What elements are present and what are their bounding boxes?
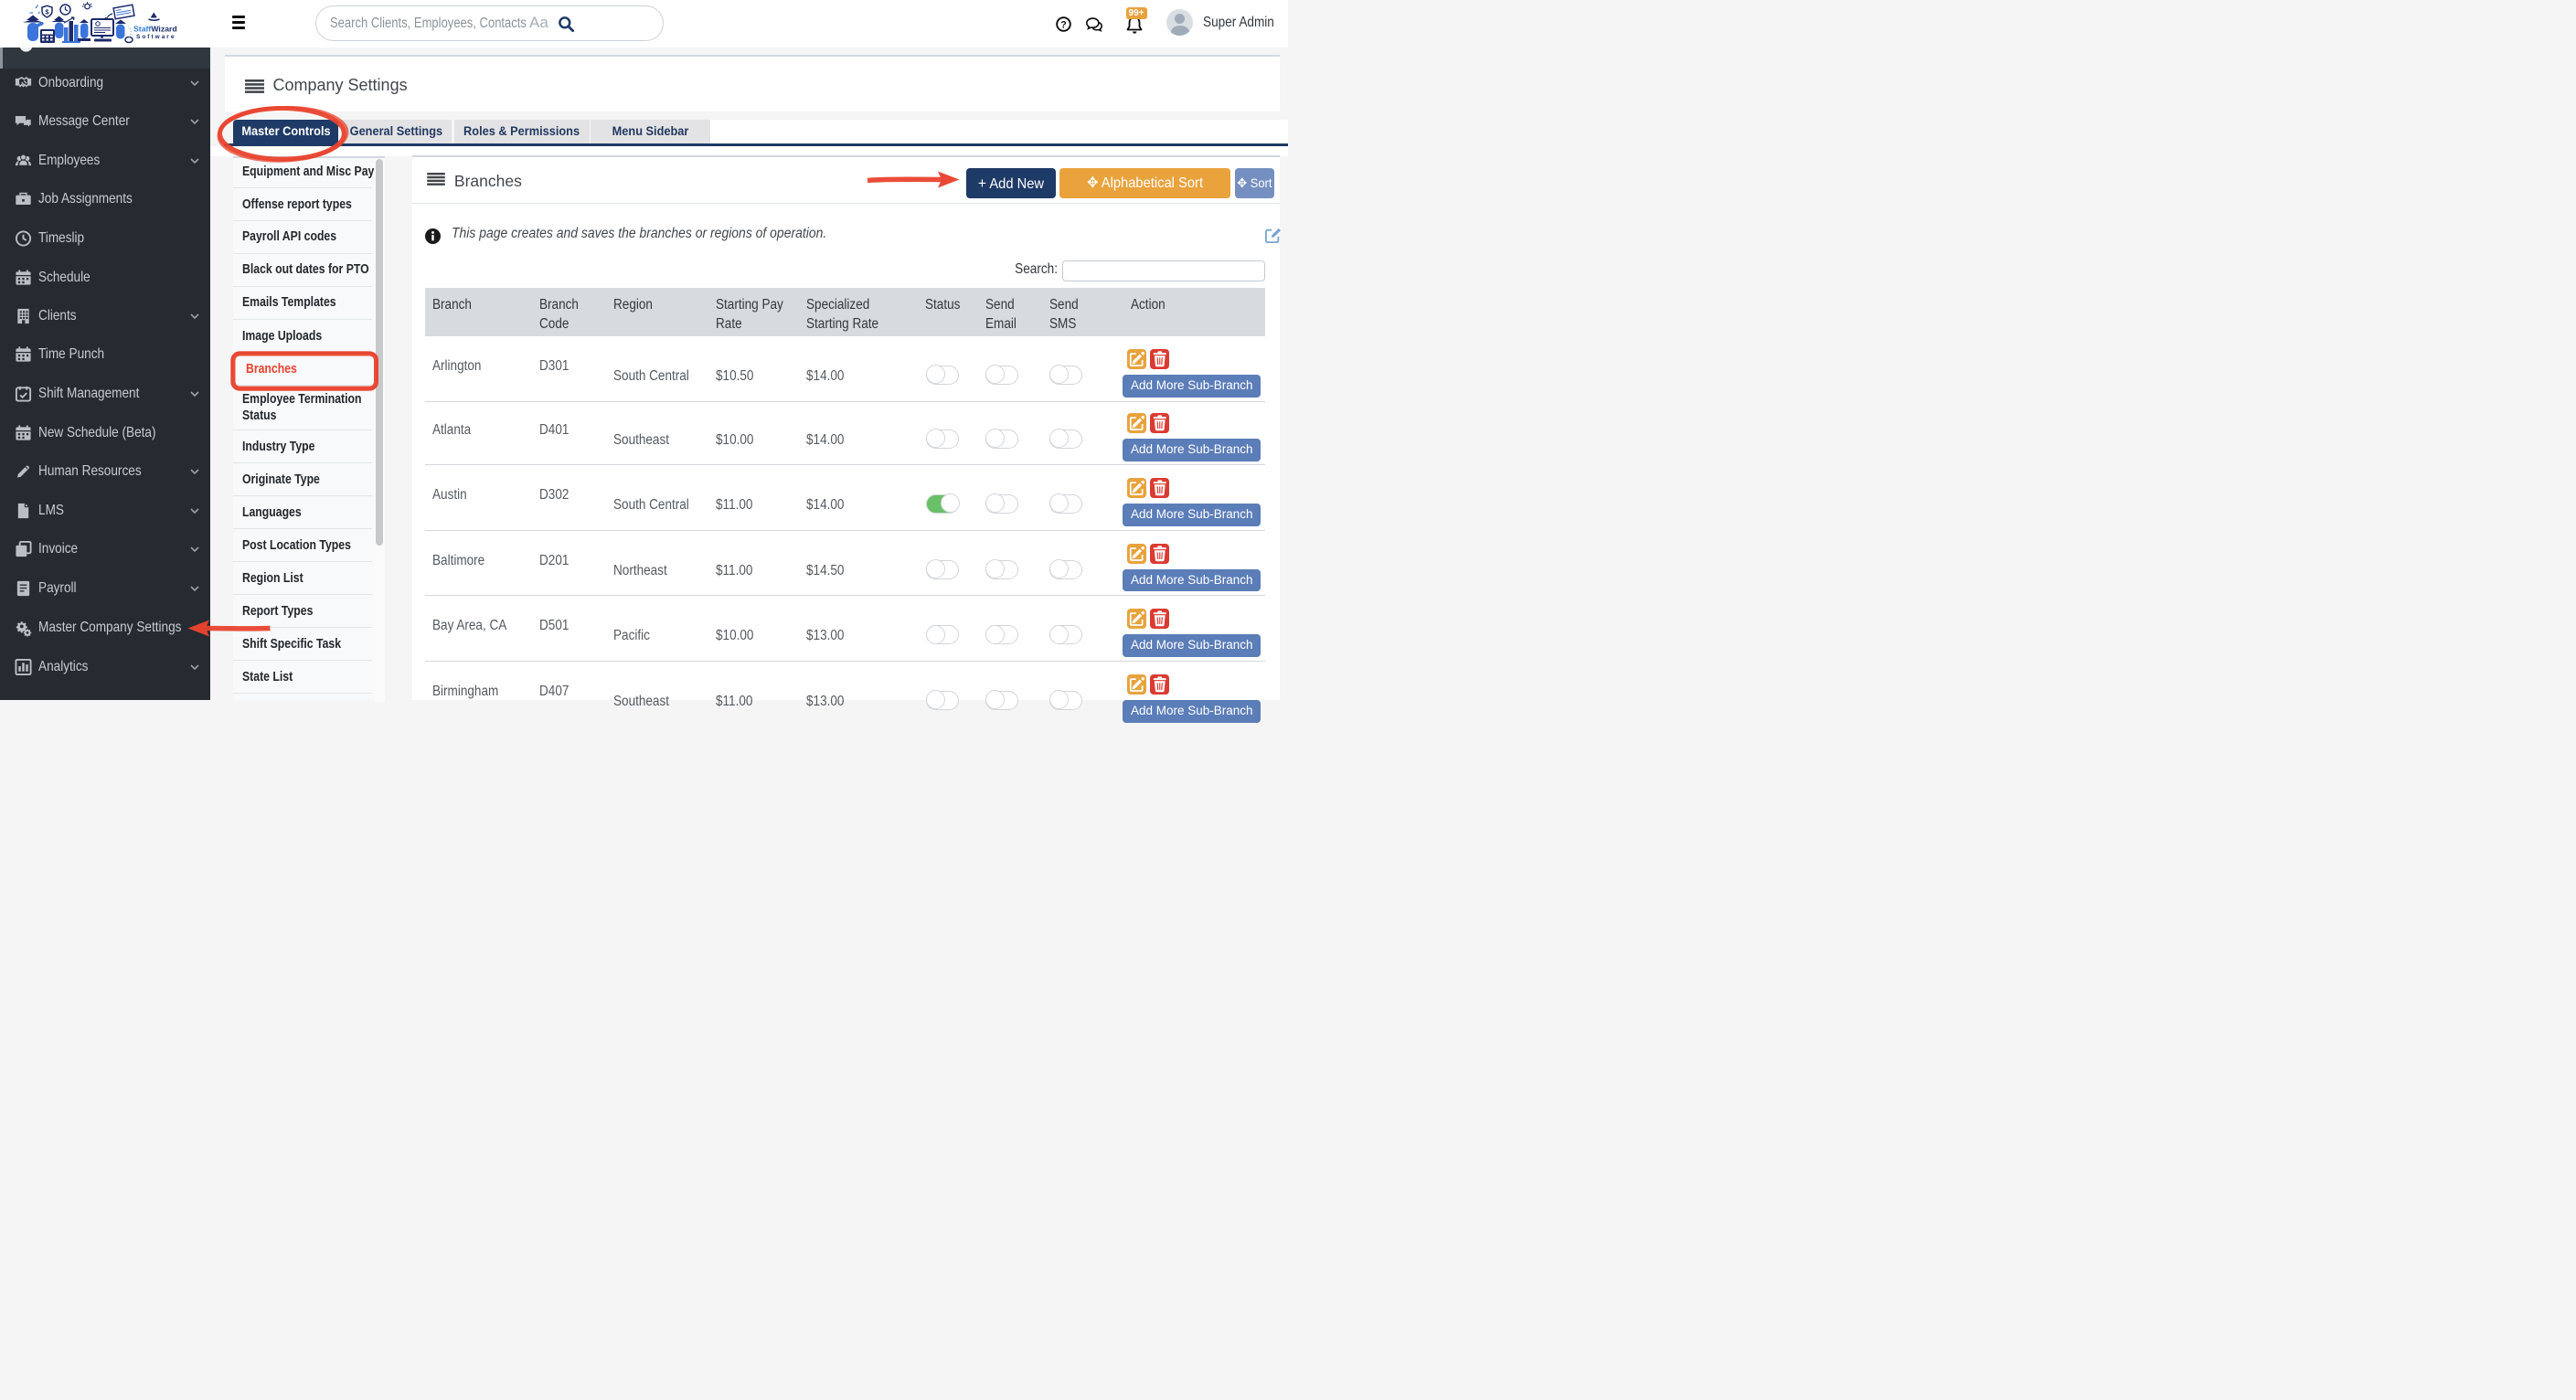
svg-text:?: ? xyxy=(1060,19,1066,30)
svg-text:Software: Software xyxy=(136,34,176,40)
svg-text:StaffWizard: StaffWizard xyxy=(133,25,177,34)
